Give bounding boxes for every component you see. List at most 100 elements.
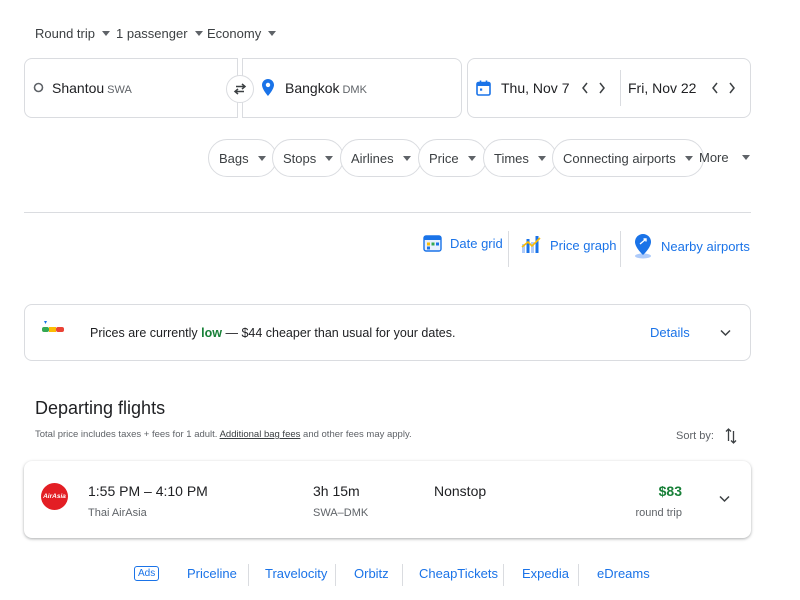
ad-divider bbox=[503, 564, 504, 586]
sort-control[interactable]: Sort by: bbox=[676, 428, 737, 444]
ad-divider bbox=[402, 564, 403, 586]
ad-link-travelocity[interactable]: Travelocity bbox=[265, 566, 327, 581]
date-grid-label: Date grid bbox=[450, 235, 503, 251]
airline-name: Thai AirAsia bbox=[88, 507, 147, 519]
flight-times: 1:55 PM – 4:10 PM bbox=[88, 483, 208, 499]
chevron-left-icon[interactable] bbox=[581, 82, 589, 94]
origin-city: Shantou bbox=[52, 80, 105, 96]
ad-link-cheaptickets[interactable]: CheapTickets bbox=[419, 566, 498, 581]
bag-fees-link[interactable]: Additional bag fees bbox=[220, 429, 301, 440]
filter-stops[interactable]: Stops bbox=[272, 139, 345, 177]
calendar-icon bbox=[476, 80, 491, 96]
trip-type-label: Round trip bbox=[35, 25, 95, 41]
flight-result-card[interactable]: AirAsia 1:55 PM – 4:10 PM Thai AirAsia 3… bbox=[24, 461, 751, 538]
passengers-select[interactable]: 1 passenger bbox=[116, 24, 203, 42]
airline-logo: AirAsia bbox=[41, 483, 68, 510]
filter-label: Bags bbox=[219, 150, 249, 166]
swap-arrows-icon bbox=[233, 83, 247, 95]
flight-stops: Nonstop bbox=[434, 483, 487, 499]
flight-duration: 3h 15m bbox=[313, 483, 360, 499]
insight-prefix: Prices are currently bbox=[90, 326, 202, 340]
tool-divider bbox=[508, 231, 509, 267]
filter-label: Airlines bbox=[351, 150, 394, 166]
chevron-right-icon[interactable] bbox=[728, 82, 736, 94]
origin-code: SWA bbox=[107, 84, 132, 96]
filter-label: Stops bbox=[283, 150, 317, 166]
flight-price: $83 bbox=[658, 483, 682, 499]
subtext-suffix: and other fees may apply. bbox=[300, 429, 412, 440]
depart-date-label: Thu, Nov 7 bbox=[501, 80, 570, 96]
date-grid-button[interactable]: Date grid bbox=[423, 233, 503, 253]
price-level-icon bbox=[42, 321, 64, 332]
insight-suffix: — $44 cheaper than usual for your dates. bbox=[222, 326, 456, 340]
chevron-right-icon[interactable] bbox=[598, 82, 606, 94]
location-pin-icon bbox=[262, 79, 274, 96]
sort-label: Sort by: bbox=[676, 430, 714, 442]
cabin-select[interactable]: Economy bbox=[207, 24, 277, 42]
filter-connecting-airports[interactable]: Connecting airports bbox=[552, 139, 704, 177]
filter-label: Price bbox=[429, 150, 459, 166]
ad-link-orbitz[interactable]: Orbitz bbox=[354, 566, 389, 581]
ad-link-edreams[interactable]: eDreams bbox=[597, 566, 650, 581]
nearby-airports-label: Nearby airports bbox=[661, 238, 750, 254]
destination-code: DMK bbox=[342, 84, 367, 96]
dates-divider bbox=[620, 70, 621, 106]
origin-value: Shantou SWA bbox=[52, 80, 132, 96]
passengers-label: 1 passenger bbox=[116, 25, 188, 41]
caret-down-icon bbox=[194, 30, 203, 36]
ad-link-expedia[interactable]: Expedia bbox=[522, 566, 569, 581]
subtext-prefix: Total price includes taxes + fees for 1 … bbox=[35, 429, 220, 440]
chevron-left-icon[interactable] bbox=[711, 82, 719, 94]
nearby-airports-icon bbox=[635, 234, 651, 259]
ad-divider bbox=[248, 564, 249, 586]
caret-down-icon bbox=[257, 155, 266, 161]
chevron-down-icon[interactable] bbox=[719, 495, 730, 503]
date-grid-icon bbox=[423, 235, 442, 252]
return-date-label: Fri, Nov 22 bbox=[628, 80, 697, 96]
caret-down-icon bbox=[325, 155, 334, 161]
caret-down-icon bbox=[402, 155, 411, 161]
caret-down-icon bbox=[268, 30, 277, 36]
flight-route: SWA–DMK bbox=[313, 507, 369, 519]
results-title: Departing flights bbox=[35, 398, 166, 418]
ads-links: Priceline Travelocity Orbitz CheapTicket… bbox=[0, 564, 800, 586]
price-insight-text: Prices are currently low — $44 cheaper t… bbox=[90, 326, 455, 340]
caret-down-icon bbox=[537, 155, 546, 161]
price-insight-banner[interactable]: Prices are currently low — $44 cheaper t… bbox=[24, 304, 751, 361]
origin-circle-icon bbox=[33, 82, 44, 93]
tool-divider bbox=[620, 231, 621, 267]
ad-link-priceline[interactable]: Priceline bbox=[187, 566, 237, 581]
destination-value: Bangkok DMK bbox=[285, 80, 367, 96]
nearby-airports-button[interactable]: Nearby airports bbox=[633, 233, 750, 259]
caret-down-icon bbox=[467, 155, 476, 161]
caret-down-icon bbox=[741, 155, 750, 160]
chevron-down-icon[interactable] bbox=[720, 329, 731, 337]
price-graph-icon bbox=[521, 236, 541, 253]
more-filters-button[interactable]: More bbox=[699, 150, 750, 165]
swap-button[interactable] bbox=[226, 75, 254, 103]
filter-airlines[interactable]: Airlines bbox=[340, 139, 422, 177]
caret-down-icon bbox=[684, 155, 693, 161]
ad-divider bbox=[578, 564, 579, 586]
filter-price[interactable]: Price bbox=[418, 139, 487, 177]
filter-label: Times bbox=[494, 150, 529, 166]
section-divider bbox=[24, 212, 751, 213]
sort-icon bbox=[725, 428, 737, 444]
price-note: round trip bbox=[635, 507, 682, 519]
price-graph-label: Price graph bbox=[550, 237, 617, 253]
filter-bags[interactable]: Bags bbox=[208, 139, 277, 177]
destination-city: Bangkok bbox=[285, 80, 340, 96]
depart-date[interactable]: Thu, Nov 7 bbox=[501, 80, 569, 96]
caret-down-icon bbox=[101, 30, 110, 36]
filter-label: Connecting airports bbox=[563, 150, 676, 166]
filter-times[interactable]: Times bbox=[483, 139, 557, 177]
more-label: More bbox=[699, 150, 729, 165]
airline-logo-text: AirAsia bbox=[43, 493, 66, 500]
price-level-badge: low bbox=[201, 326, 222, 340]
ad-divider bbox=[335, 564, 336, 586]
price-graph-button[interactable]: Price graph bbox=[521, 233, 616, 257]
results-subtext: Total price includes taxes + fees for 1 … bbox=[35, 429, 412, 440]
details-link[interactable]: Details bbox=[650, 325, 690, 340]
trip-type-select[interactable]: Round trip bbox=[35, 24, 110, 42]
return-date[interactable]: Fri, Nov 22 bbox=[628, 80, 696, 96]
